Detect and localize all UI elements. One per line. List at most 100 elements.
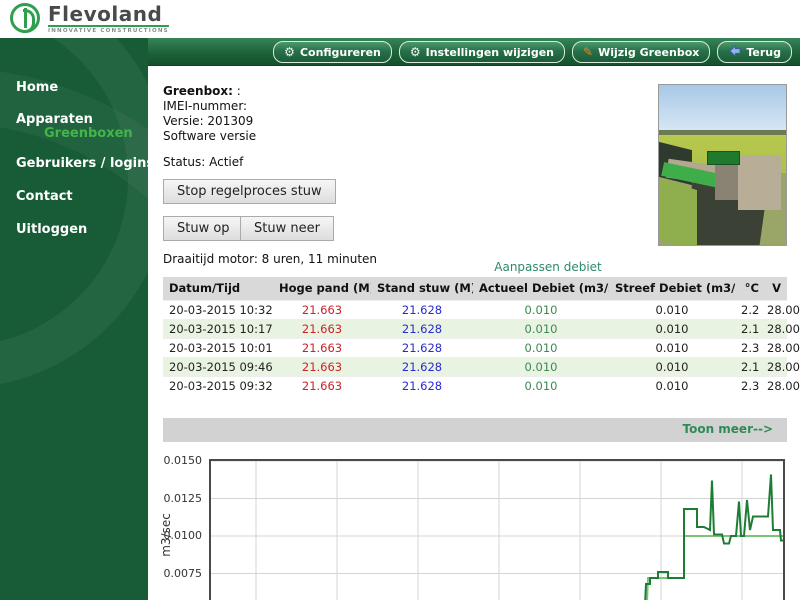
table-cell: 2.3 bbox=[735, 338, 761, 357]
status-line: Status: Actief bbox=[163, 155, 243, 169]
terug-button[interactable]: Terug bbox=[717, 41, 792, 63]
sidebar-item-uitloggen[interactable]: Uitloggen bbox=[16, 222, 87, 237]
table-cell: 0.010 bbox=[473, 376, 609, 395]
table-cell: 2.2 bbox=[735, 300, 761, 319]
motor-runtime: Draaitijd motor: 8 uren, 11 minuten bbox=[163, 252, 377, 266]
photo-greenbox-unit bbox=[707, 151, 740, 165]
greenbox-photo bbox=[658, 84, 787, 246]
table-cell: 21.628 bbox=[371, 319, 473, 338]
page: Flevoland INNOVATIVE CONSTRUCTIONS ⚙ Conf… bbox=[0, 0, 800, 600]
table-cell: 0.010 bbox=[609, 319, 735, 338]
column-header: Actueel Debiet (m3/s) bbox=[473, 277, 609, 300]
photo-weir-gate bbox=[715, 165, 738, 200]
software-line: Software versie bbox=[163, 129, 256, 144]
table-cell: 21.628 bbox=[371, 357, 473, 376]
table-cell: 20-03-2015 09:32 bbox=[163, 376, 273, 395]
y-tick-label: 0.0150 bbox=[156, 454, 202, 467]
table-cell: 21.628 bbox=[371, 300, 473, 319]
table-row: 20-03-2015 09:4621.66321.6280.0100.0102.… bbox=[163, 357, 787, 376]
column-header: Datum/Tijd bbox=[163, 277, 273, 300]
y-tick-label: 0.0100 bbox=[156, 529, 202, 542]
table-cell: 28.00 bbox=[761, 300, 787, 319]
column-header: °C bbox=[735, 277, 761, 300]
table-cell: 28.00 bbox=[761, 357, 787, 376]
gear-icon: ⚙ bbox=[284, 46, 295, 58]
nav-button-label: Instellingen wijzigen bbox=[426, 46, 554, 59]
wijzig-greenbox-button[interactable]: ✎ Wijzig Greenbox bbox=[572, 41, 710, 63]
toon-meer-link[interactable]: Toon meer--> bbox=[682, 422, 773, 436]
greenbox-label: Greenbox: bbox=[163, 84, 233, 98]
nav-button-label: Wijzig Greenbox bbox=[598, 46, 699, 59]
table-row: 20-03-2015 10:3221.66321.6280.0100.0102.… bbox=[163, 300, 787, 319]
table-cell: 20-03-2015 10:01 bbox=[163, 338, 273, 357]
column-header: Streef Debiet (m3/s) bbox=[609, 277, 735, 300]
y-tick-label: 0.0075 bbox=[156, 567, 202, 580]
gear-icon: ⚙ bbox=[410, 46, 421, 58]
brand-name: Flevoland bbox=[48, 3, 169, 25]
column-header: V bbox=[761, 277, 787, 300]
debiet-chart bbox=[209, 459, 785, 600]
stuw-neer-button[interactable]: Stuw neer bbox=[240, 216, 334, 241]
table-cell: 0.010 bbox=[609, 338, 735, 357]
table-footer: Toon meer--> bbox=[163, 418, 787, 442]
stuw-op-button[interactable]: Stuw op bbox=[163, 216, 244, 241]
table-cell: 20-03-2015 09:46 bbox=[163, 357, 273, 376]
table-cell: 0.010 bbox=[609, 376, 735, 395]
table-cell: 21.663 bbox=[273, 357, 371, 376]
photo-concrete-wall bbox=[738, 155, 781, 209]
sidebar-item-home[interactable]: Home bbox=[16, 80, 58, 95]
instellingen-wijzigen-button[interactable]: ⚙ Instellingen wijzigen bbox=[399, 41, 565, 63]
table-cell: 0.010 bbox=[473, 300, 609, 319]
version-line: Versie: 201309 bbox=[163, 114, 256, 129]
table-row: 20-03-2015 10:0121.66321.6280.0100.0102.… bbox=[163, 338, 787, 357]
table-cell: 21.663 bbox=[273, 300, 371, 319]
aanpassen-debiet-link[interactable]: Aanpassen debiet bbox=[398, 260, 698, 274]
top-logo-bar: Flevoland INNOVATIVE CONSTRUCTIONS bbox=[0, 0, 800, 38]
table-cell: 21.663 bbox=[273, 376, 371, 395]
sidebar-item-apparaten[interactable]: Apparaten bbox=[16, 112, 93, 127]
streef-debiet-line bbox=[646, 536, 785, 600]
table-cell: 0.010 bbox=[473, 357, 609, 376]
table-cell: 2.3 bbox=[735, 376, 761, 395]
table-cell: 2.1 bbox=[735, 319, 761, 338]
table-cell: 0.010 bbox=[473, 319, 609, 338]
flevoland-logo: Flevoland INNOVATIVE CONSTRUCTIONS bbox=[10, 3, 169, 34]
column-header: Stand stuw (M) bbox=[371, 277, 473, 300]
table-cell: 20-03-2015 10:17 bbox=[163, 319, 273, 338]
table-cell: 0.010 bbox=[473, 338, 609, 357]
table-cell: 28.00 bbox=[761, 319, 787, 338]
greenbox-value: : bbox=[233, 84, 241, 98]
sidebar-item-contact[interactable]: Contact bbox=[16, 189, 73, 204]
sidebar-watermark-arc bbox=[0, 68, 148, 600]
table-row: 20-03-2015 10:1721.66321.6280.0100.0102.… bbox=[163, 319, 787, 338]
table-cell: 21.628 bbox=[371, 376, 473, 395]
nav-button-label: Configureren bbox=[300, 46, 381, 59]
arrow-left-icon bbox=[728, 45, 741, 59]
table-cell: 21.663 bbox=[273, 319, 371, 338]
table-cell: 21.628 bbox=[371, 338, 473, 357]
navbar-buttons: ⚙ Configureren ⚙ Instellingen wijzigen ✎ Wijz… bbox=[273, 41, 792, 63]
sidebar: Home ApparatenGreenboxen Gebruikers / logi… bbox=[0, 38, 148, 600]
sidebar-item-greenboxen[interactable]: Greenboxen bbox=[44, 126, 133, 141]
table-cell: 20-03-2015 10:32 bbox=[163, 300, 273, 319]
table-cell: 0.010 bbox=[609, 300, 735, 319]
actueel-debiet-line bbox=[644, 475, 785, 600]
configureren-button[interactable]: ⚙ Configureren bbox=[273, 41, 392, 63]
main-content: Greenbox: : IMEI-nummer: Versie: 201309 … bbox=[148, 66, 800, 600]
table-cell: 28.00 bbox=[761, 376, 787, 395]
greenbox-info: Greenbox: : IMEI-nummer: Versie: 201309 … bbox=[163, 84, 256, 144]
table-row: 20-03-2015 09:3221.66321.6280.0100.0102.… bbox=[163, 376, 787, 395]
table-cell: 0.010 bbox=[609, 357, 735, 376]
measurements-table: Datum/TijdHoge pand (M)Stand stuw (M)Act… bbox=[163, 277, 787, 395]
stop-regelproces-button[interactable]: Stop regelproces stuw bbox=[163, 179, 336, 204]
imei-line: IMEI-nummer: bbox=[163, 99, 256, 114]
photo-grass bbox=[659, 178, 697, 246]
table-cell: 2.1 bbox=[735, 357, 761, 376]
pencil-icon: ✎ bbox=[583, 46, 593, 58]
nav-button-label: Terug bbox=[746, 46, 781, 59]
photo-sky bbox=[659, 85, 786, 133]
flevoland-logo-icon bbox=[10, 3, 40, 33]
sidebar-item-gebruikers-logins[interactable]: Gebruikers / logins bbox=[16, 156, 148, 171]
y-tick-label: 0.0125 bbox=[156, 492, 202, 505]
brand-tagline: INNOVATIVE CONSTRUCTIONS bbox=[48, 25, 169, 34]
